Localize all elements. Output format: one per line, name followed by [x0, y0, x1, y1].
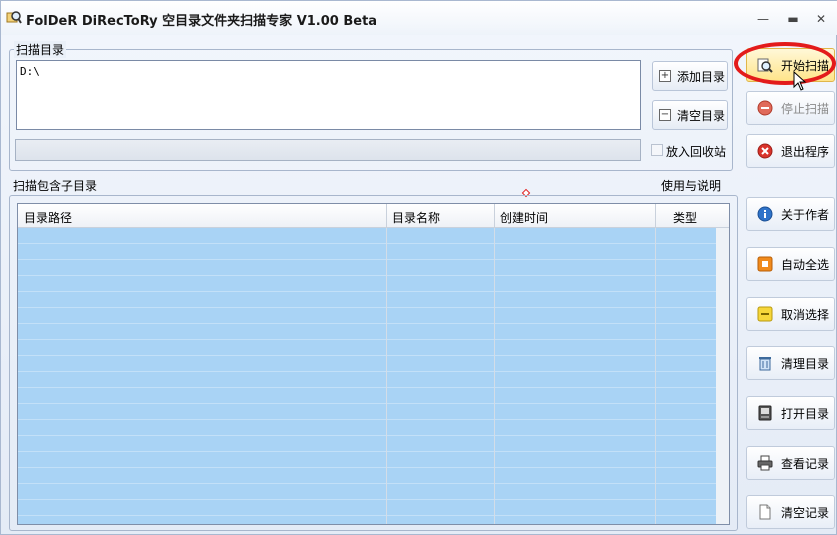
table-header: 目录路径 目录名称 创建时间 类型 — [18, 204, 729, 228]
minimize-button[interactable]: — — [753, 11, 773, 27]
scan-paths-textarea[interactable]: D:\ — [16, 60, 641, 130]
minimize-icon: — — [757, 12, 769, 26]
deselect-label: 取消选择 — [781, 307, 830, 322]
column-header-created[interactable]: 创建时间 — [500, 209, 548, 226]
table-row[interactable] — [18, 260, 729, 276]
table-row[interactable] — [18, 372, 729, 388]
close-icon: ✕ — [815, 12, 827, 26]
table-row[interactable] — [18, 420, 729, 436]
view-log-button[interactable]: 查看记录 — [746, 446, 835, 480]
select-all-label: 自动全选 — [781, 257, 830, 272]
open-directory-button[interactable]: 打开目录 — [746, 396, 835, 430]
table-row[interactable] — [18, 356, 729, 372]
header-divider — [655, 204, 656, 228]
table-row[interactable] — [18, 388, 729, 404]
add-directory-button[interactable]: + 添加目录 — [652, 61, 728, 91]
about-button[interactable]: 关于作者 — [746, 197, 835, 231]
about-label: 关于作者 — [781, 207, 830, 222]
column-header-type[interactable]: 类型 — [673, 209, 697, 226]
table-row[interactable] — [18, 308, 729, 324]
exit-icon — [757, 143, 773, 159]
recycle-bin-label[interactable]: 放入回收站 — [666, 143, 726, 160]
add-directory-label: 添加目录 — [677, 69, 726, 84]
header-divider — [494, 204, 495, 228]
exit-label: 退出程序 — [781, 144, 830, 159]
clean-directory-button[interactable]: 清理目录 — [746, 346, 835, 380]
open-directory-label: 打开目录 — [781, 406, 830, 421]
recycle-bin-icon — [759, 357, 771, 371]
table-row[interactable] — [18, 500, 729, 516]
results-table[interactable]: 目录路径 目录名称 创建时间 类型 — [17, 203, 730, 525]
minus-box-icon: − — [659, 109, 671, 121]
printer-icon — [757, 455, 773, 471]
maximize-button[interactable]: ▬ — [783, 11, 803, 27]
table-row[interactable] — [18, 516, 729, 524]
clean-directory-label: 清理目录 — [781, 356, 830, 371]
column-divider — [386, 204, 387, 524]
deselect-icon — [757, 306, 773, 322]
table-row[interactable] — [18, 228, 729, 244]
deselect-button[interactable]: 取消选择 — [746, 297, 835, 331]
highlight-ellipse — [734, 42, 836, 85]
select-all-button[interactable]: 自动全选 — [746, 247, 835, 281]
column-divider — [494, 204, 495, 524]
view-log-label: 查看记录 — [781, 456, 830, 471]
header-divider — [386, 204, 387, 228]
table-row[interactable] — [18, 452, 729, 468]
column-header-path[interactable]: 目录路径 — [24, 209, 72, 226]
clear-directory-button[interactable]: − 清空目录 — [652, 100, 728, 130]
table-row[interactable] — [18, 340, 729, 356]
table-row[interactable] — [18, 468, 729, 484]
help-link[interactable]: 使用与说明 — [661, 177, 721, 194]
stop-icon — [757, 100, 773, 116]
clear-directory-label: 清空目录 — [677, 108, 726, 123]
include-subdirs-label: 扫描包含子目录 — [13, 179, 98, 193]
app-window: FolDeR DiRecToRy 空目录文件夹扫描专家 V1.00 Beta —… — [0, 0, 837, 535]
maximize-icon: ▬ — [787, 12, 799, 26]
table-row[interactable] — [18, 404, 729, 420]
info-icon — [757, 206, 773, 222]
document-icon — [759, 504, 771, 520]
table-row[interactable] — [18, 292, 729, 308]
table-row[interactable] — [18, 276, 729, 292]
column-divider — [655, 204, 656, 524]
clear-log-button[interactable]: 清空记录 — [746, 495, 835, 529]
exit-button[interactable]: 退出程序 — [746, 134, 835, 168]
drive-icon — [758, 405, 772, 421]
mouse-cursor-icon — [793, 71, 807, 91]
title-bar: FolDeR DiRecToRy 空目录文件夹扫描专家 V1.00 Beta —… — [1, 1, 837, 35]
scan-dir-group-label: 扫描目录 — [14, 41, 67, 58]
window-title: FolDeR DiRecToRy 空目录文件夹扫描专家 V1.00 Beta — [26, 14, 378, 29]
plus-box-icon: + — [659, 70, 671, 82]
scrollbar-area[interactable] — [716, 228, 729, 524]
results-rows — [18, 228, 729, 524]
search-input[interactable] — [15, 139, 641, 161]
table-row[interactable] — [18, 484, 729, 500]
clear-log-label: 清空记录 — [781, 505, 830, 520]
recycle-bin-checkbox[interactable] — [651, 144, 663, 156]
table-row[interactable] — [18, 324, 729, 340]
close-button[interactable]: ✕ — [811, 11, 831, 27]
stop-scan-button[interactable]: 停止扫描 — [746, 91, 835, 125]
magnifier-folder-icon — [6, 11, 22, 24]
select-all-icon — [757, 256, 773, 272]
table-row[interactable] — [18, 436, 729, 452]
column-header-name[interactable]: 目录名称 — [392, 209, 440, 226]
stop-scan-label: 停止扫描 — [781, 101, 830, 116]
table-row[interactable] — [18, 244, 729, 260]
